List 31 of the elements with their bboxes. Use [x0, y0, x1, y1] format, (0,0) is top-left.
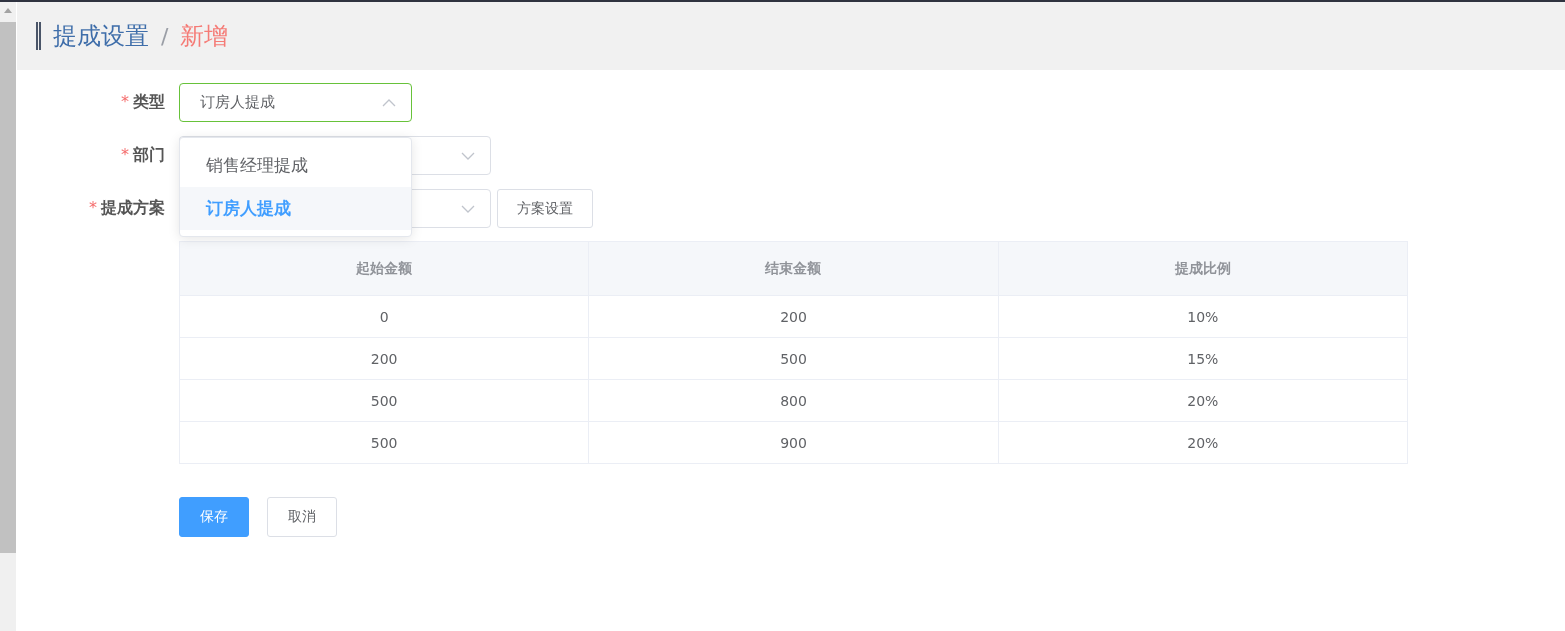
table-cell: 15% — [998, 337, 1408, 380]
scroll-up-arrow-icon[interactable] — [4, 8, 12, 13]
column-header: 结束金额 — [588, 241, 999, 296]
scrollbar-thumb[interactable] — [0, 22, 16, 553]
breadcrumb-link[interactable]: 提成设置 — [53, 20, 149, 52]
breadcrumb-separator: / — [161, 23, 169, 49]
table-cell: 900 — [588, 421, 999, 464]
table-cell: 500 — [179, 379, 589, 422]
table-cell: 20% — [998, 379, 1408, 422]
field-label: * 部门 — [120, 145, 166, 166]
table-cell: 0 — [179, 295, 589, 338]
table-cell: 500 — [179, 421, 589, 464]
chevron-down-icon — [461, 151, 475, 160]
scheme-settings-button[interactable]: 方案设置 — [497, 189, 593, 228]
table-cell: 500 — [588, 337, 999, 380]
table-cell: 10% — [998, 295, 1408, 338]
select-field[interactable]: 订房人提成 — [179, 83, 412, 122]
table-cell: 200 — [179, 337, 589, 380]
field-label: * 提成方案 — [88, 198, 166, 219]
field-label: * 类型 — [120, 92, 166, 113]
column-header: 提成比例 — [998, 241, 1408, 296]
table-cell: 20% — [998, 421, 1408, 464]
column-header: 起始金额 — [179, 241, 589, 296]
chevron-up-icon — [382, 98, 396, 107]
chevron-down-icon — [461, 204, 475, 213]
table-cell: 800 — [588, 379, 999, 422]
cancel-button[interactable]: 取消 — [267, 497, 337, 537]
breadcrumb-current: 新增 — [180, 21, 229, 52]
title-bar-icon — [36, 22, 41, 50]
dropdown-option[interactable]: 销售经理提成 — [180, 144, 411, 187]
table-cell: 200 — [588, 295, 999, 338]
